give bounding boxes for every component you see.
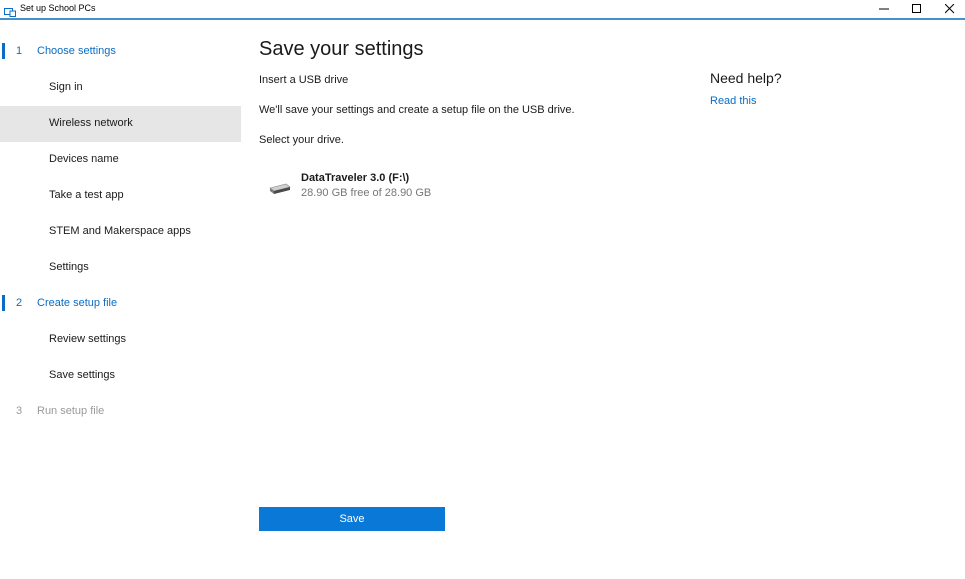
step-label: Create setup file [37,297,118,309]
usb-drive-option[interactable]: DataTraveler 3.0 (F:\) 28.90 GB free of … [266,168,566,204]
page-title: Save your settings [259,38,424,60]
step-label: Choose settings [37,45,116,57]
step-number: 3 [16,405,23,417]
sidebar-item-label: Sign in [49,81,83,93]
usb-drive-icon [268,182,292,196]
help-heading: Need help? [710,70,782,86]
sidebar-item-sign-in[interactable]: Sign in [0,70,241,106]
step-create-setup-file[interactable]: 2 Create setup file [0,286,241,322]
drive-name: DataTraveler 3.0 (F:\) [301,172,410,184]
sidebar-item-stem-makerspace-apps[interactable]: STEM and Makerspace apps [0,214,241,250]
minimize-button[interactable] [867,0,901,18]
sidebar-item-label: Take a test app [49,189,124,201]
sidebar-item-save-settings[interactable]: Save settings [0,358,241,394]
sidebar-item-label: Settings [49,261,89,273]
minimize-icon [879,8,889,10]
sidebar-item-review-settings[interactable]: Review settings [0,322,241,358]
step-choose-settings[interactable]: 1 Choose settings [0,34,241,70]
save-button[interactable]: Save [259,507,445,531]
window-title: Set up School PCs [20,3,96,13]
close-button[interactable] [933,0,965,18]
school-pc-icon [4,4,16,17]
maximize-icon [912,4,921,13]
drive-free-space: 28.90 GB free of 28.90 GB [301,187,432,199]
read-this-link[interactable]: Read this [710,95,756,107]
sidebar-item-label: Wireless network [49,117,133,129]
sidebar-item-label: Save settings [49,369,116,381]
sidebar-item-devices-name[interactable]: Devices name [0,142,241,178]
step-number: 2 [16,297,23,309]
maximize-button[interactable] [900,0,934,18]
step-label: Run setup file [37,405,105,417]
select-drive-prompt: Select your drive. [259,134,344,146]
step-run-setup-file: 3 Run setup file [0,394,241,430]
active-step-indicator [2,43,5,59]
sidebar-item-label: STEM and Makerspace apps [49,225,191,237]
close-icon [945,4,955,14]
step-number: 1 [16,45,23,57]
usb-instruction: Insert a USB drive [259,74,349,86]
description-text: We'll save your settings and create a se… [259,104,575,116]
sidebar-item-label: Review settings [49,333,127,345]
sidebar-item-wireless-network[interactable]: Wireless network [0,106,241,142]
active-step-indicator [2,295,5,311]
sidebar-item-label: Devices name [49,153,119,165]
sidebar-item-settings[interactable]: Settings [0,250,241,286]
title-bar: Set up School PCs [0,0,965,20]
sidebar-item-take-a-test-app[interactable]: Take a test app [0,178,241,214]
